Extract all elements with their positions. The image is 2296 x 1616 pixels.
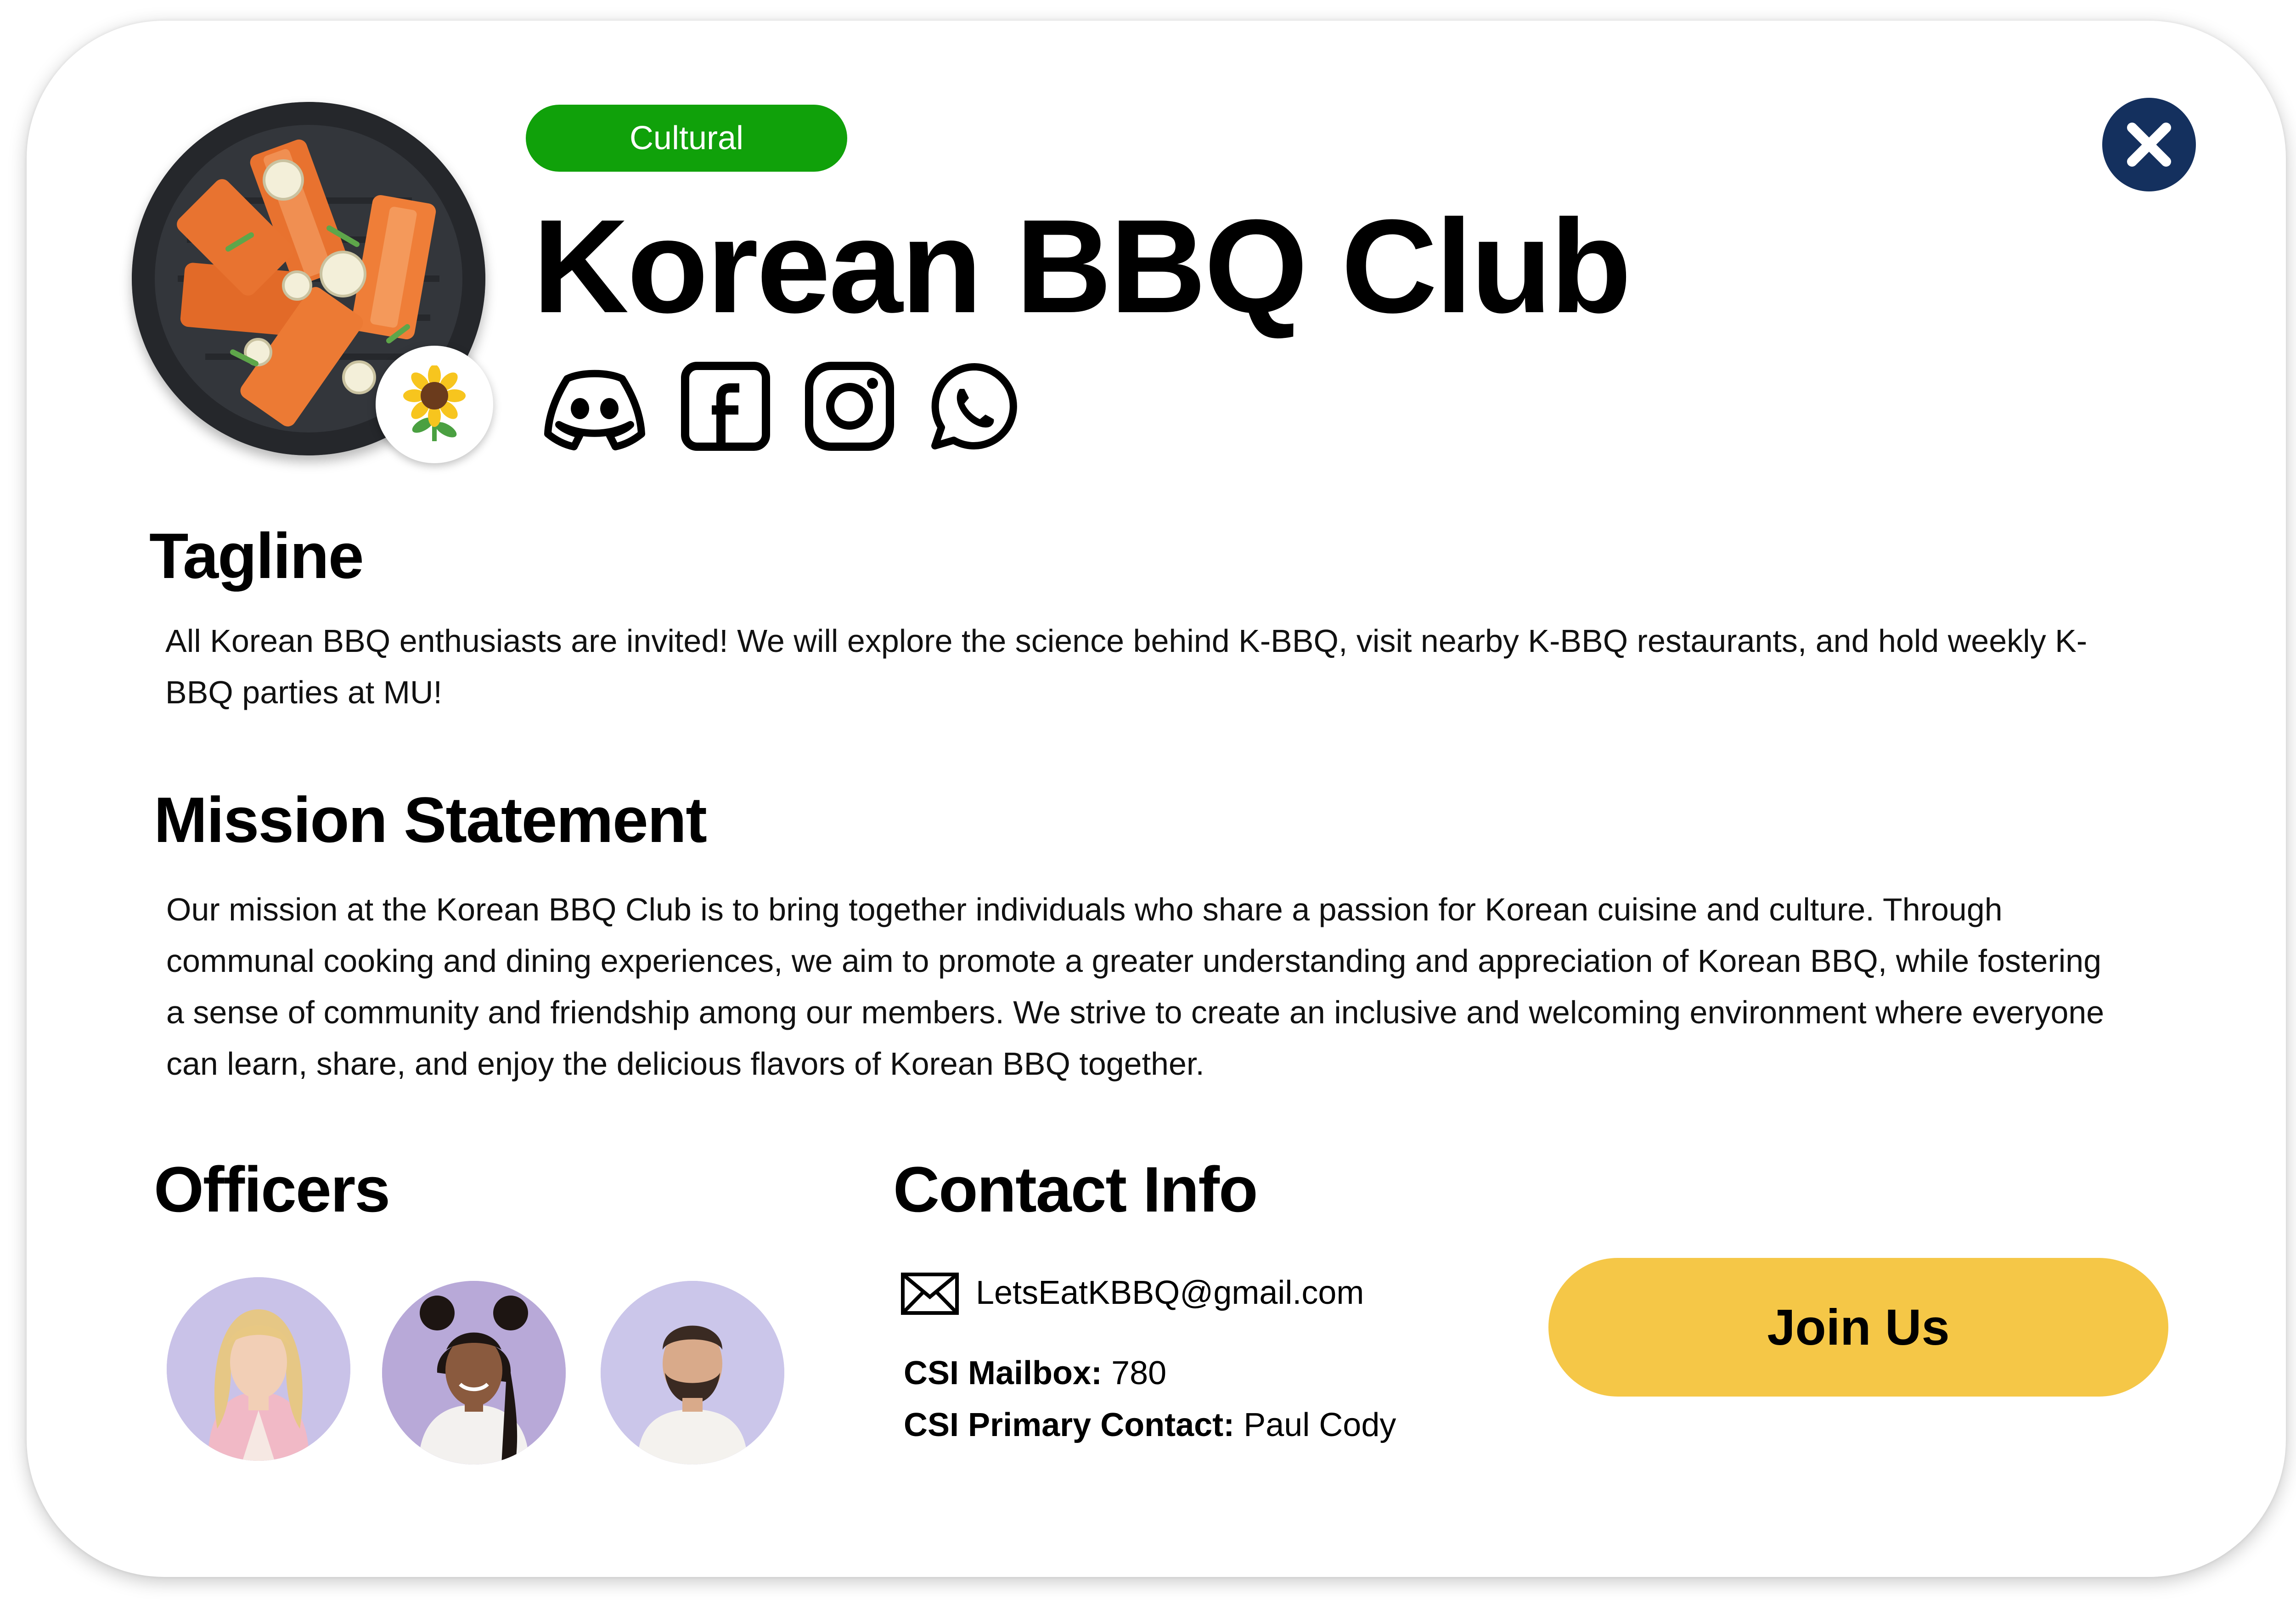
tagline-text: All Korean BBQ enthusiasts are invited! … <box>165 623 2088 710</box>
csi-mailbox-line: CSI Mailbox: 780 <box>904 1354 1166 1392</box>
officer-avatar[interactable] <box>382 1281 566 1464</box>
csi-mailbox-value: 780 <box>1111 1355 1167 1392</box>
club-title: Korean BBQ Club <box>533 192 1632 341</box>
officer-avatar[interactable] <box>167 1277 350 1461</box>
whatsapp-icon[interactable] <box>929 360 1020 452</box>
category-tag: Cultural <box>526 105 847 172</box>
close-button[interactable] <box>2102 98 2196 191</box>
contact-heading: Contact Info <box>893 1153 1258 1225</box>
close-icon <box>2127 123 2171 167</box>
instagram-icon[interactable] <box>804 360 895 452</box>
mission-heading: Mission Statement <box>154 784 707 856</box>
csi-primary-contact-value: Paul Cody <box>1244 1407 1396 1443</box>
officers-heading: Officers <box>154 1153 390 1225</box>
mission-text: Our mission at the Korean BBQ Club is to… <box>166 892 2105 1082</box>
join-us-button[interactable]: Join Us <box>1548 1258 2168 1397</box>
tagline-heading: Tagline <box>149 520 364 592</box>
discord-icon[interactable] <box>540 360 645 452</box>
csi-primary-contact-label: CSI Primary Contact: <box>904 1407 1235 1443</box>
officer-avatar[interactable] <box>601 1281 784 1464</box>
contact-email[interactable]: LetsEatKBBQ@gmail.com <box>976 1274 1364 1312</box>
csi-mailbox-label: CSI Mailbox: <box>904 1355 1103 1392</box>
sunflower-badge <box>376 346 493 463</box>
mail-icon <box>900 1272 960 1316</box>
facebook-icon[interactable] <box>680 360 771 452</box>
csi-primary-contact-line: CSI Primary Contact: Paul Cody <box>904 1406 1396 1444</box>
